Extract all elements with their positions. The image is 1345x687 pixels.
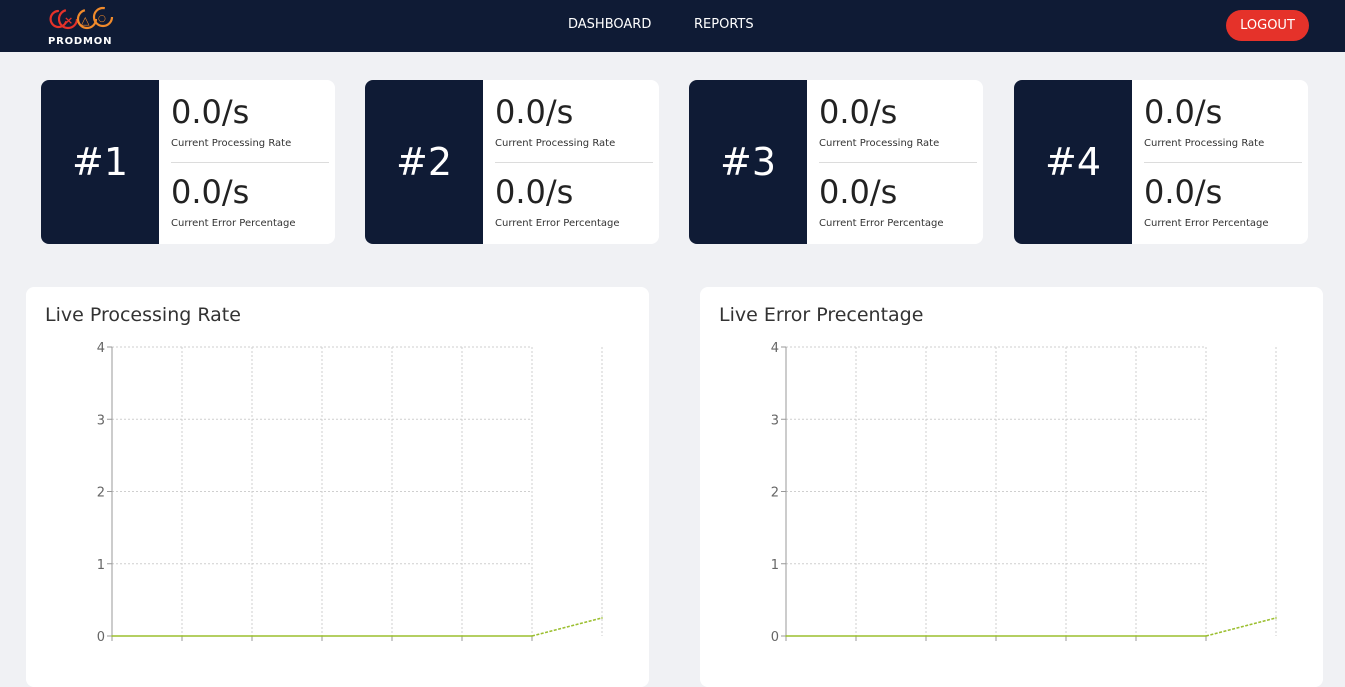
logo-glyph-circle: ○ <box>98 14 106 24</box>
error-percentage-stat: 0.0/s Current Error Percentage <box>495 174 653 229</box>
processing-rate-value: 0.0/s <box>171 93 250 131</box>
processing-rate-label: Current Processing Rate <box>819 138 940 149</box>
error-percentage-stat: 0.0/s Current Error Percentage <box>171 174 329 229</box>
y-tick-label: 1 <box>771 558 779 573</box>
stat-divider <box>1144 162 1302 163</box>
processing-rate-label: Current Processing Rate <box>171 138 292 149</box>
error-percentage-label: Current Error Percentage <box>819 218 944 229</box>
series-point <box>925 635 927 637</box>
machine-card-2: #2 0.0/s Current Processing Rate 0.0/s C… <box>365 80 659 244</box>
logo-icon: × △ ○ <box>49 6 114 30</box>
series-point <box>1135 635 1137 637</box>
stat-divider <box>171 162 329 163</box>
series-point <box>1205 635 1207 637</box>
nav-dashboard[interactable]: DASHBOARD <box>568 17 651 32</box>
prodmon-logo[interactable]: × △ ○ PRODMON <box>44 5 116 49</box>
error-percentage-stat: 0.0/s Current Error Percentage <box>819 174 977 229</box>
processing-rate-label: Current Processing Rate <box>1144 138 1265 149</box>
error-percentage-panel: Live Error Precentage 01234 <box>700 287 1323 687</box>
processing-rate-stat: 0.0/s Current Processing Rate <box>1144 94 1302 149</box>
error-percentage-value: 0.0/s <box>1144 173 1223 211</box>
error-percentage-label: Current Error Percentage <box>495 218 620 229</box>
error-percentage-value: 0.0/s <box>495 173 574 211</box>
machine-id: #1 <box>41 80 159 244</box>
processing-rate-stat: 0.0/s Current Processing Rate <box>495 94 653 149</box>
error-percentage-chart: 0 1 2 3 4 <box>771 341 1277 645</box>
series-point <box>321 635 323 637</box>
y-tick-label: 2 <box>771 486 779 501</box>
y-tick-label: 2 <box>97 486 105 501</box>
y-tick-label: 0 <box>771 630 779 645</box>
logo-glyph-x: × <box>64 14 73 27</box>
top-navbar: × △ ○ PRODMON DASHBOARD REPORTS LOGOUT <box>0 0 1345 52</box>
stat-divider <box>495 162 653 163</box>
y-tick-label: 0 <box>97 630 105 645</box>
series-line-segment <box>531 617 603 637</box>
error-percentage-stat: 0.0/s Current Error Percentage <box>1144 174 1302 229</box>
processing-rate-panel: Live Processing Rate 01234 <box>26 287 649 687</box>
processing-rate-value: 0.0/s <box>819 93 898 131</box>
error-percentage-label: Current Error Percentage <box>171 218 296 229</box>
machine-id: #2 <box>365 80 483 244</box>
y-tick-label: 3 <box>771 413 779 428</box>
series-point <box>601 617 603 619</box>
y-tick-label: 3 <box>97 413 105 428</box>
processing-rate-label: Current Processing Rate <box>495 138 616 149</box>
machine-card-4: #4 0.0/s Current Processing Rate 0.0/s C… <box>1014 80 1308 244</box>
logo-glyph-triangle: △ <box>81 14 90 27</box>
stat-divider <box>819 162 977 163</box>
error-percentage-value: 0.0/s <box>819 173 898 211</box>
y-tick-label: 4 <box>771 341 779 356</box>
machine-card-1: #1 0.0/s Current Processing Rate 0.0/s C… <box>41 80 335 244</box>
series-point <box>251 635 253 637</box>
series-point <box>461 635 463 637</box>
processing-rate-stat: 0.0/s Current Processing Rate <box>171 94 329 149</box>
series-line-segment <box>1205 617 1277 637</box>
series-point <box>855 635 857 637</box>
nav-reports[interactable]: REPORTS <box>694 17 754 32</box>
series-point <box>995 635 997 637</box>
logout-button[interactable]: LOGOUT <box>1226 10 1309 41</box>
machine-id: #4 <box>1014 80 1132 244</box>
processing-rate-value: 0.0/s <box>495 93 574 131</box>
series-point <box>785 635 787 637</box>
processing-rate-stat: 0.0/s Current Processing Rate <box>819 94 977 149</box>
series-point <box>1275 617 1277 619</box>
series-point <box>111 635 113 637</box>
error-percentage-value: 0.0/s <box>171 173 250 211</box>
series-point <box>1065 635 1067 637</box>
series-point <box>181 635 183 637</box>
y-tick-label: 4 <box>97 341 105 356</box>
app-name: PRODMON <box>48 36 113 47</box>
series-point <box>531 635 533 637</box>
error-percentage-label: Current Error Percentage <box>1144 218 1269 229</box>
processing-rate-value: 0.0/s <box>1144 93 1223 131</box>
machine-card-3: #3 0.0/s Current Processing Rate 0.0/s C… <box>689 80 983 244</box>
processing-rate-chart: 0 1 2 3 4 <box>97 341 603 645</box>
machine-id: #3 <box>689 80 807 244</box>
y-tick-label: 1 <box>97 558 105 573</box>
series-point <box>391 635 393 637</box>
